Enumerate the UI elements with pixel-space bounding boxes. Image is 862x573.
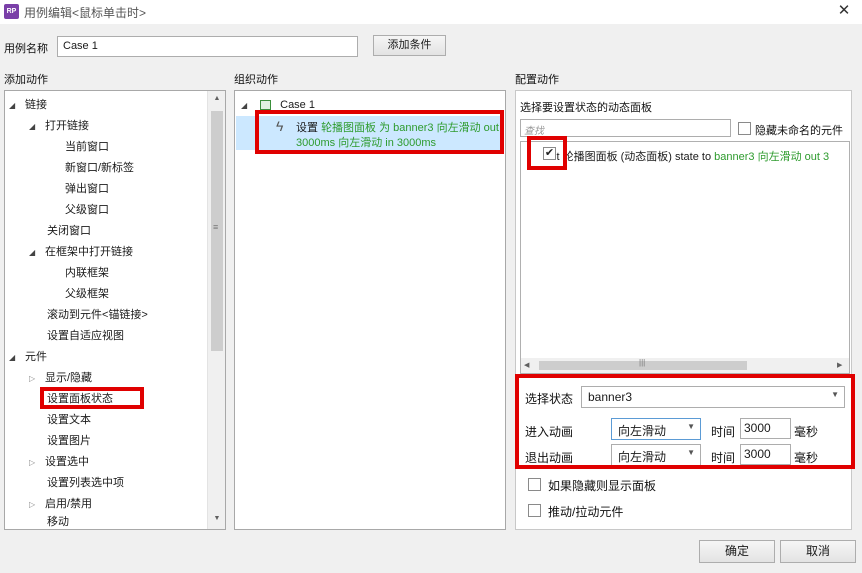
tree-item-parent-window[interactable]: 父级窗口 [65,200,109,220]
tree-item-new-window[interactable]: 新窗口/新标签 [65,158,134,178]
case-name-label: 用例名称 [4,43,48,55]
close-icon[interactable]: ✕ [834,1,854,21]
grip-icon: ≡ [213,222,219,232]
window-title: 用例编辑<鼠标单击时> [24,6,147,20]
tree-item-set-text[interactable]: 设置文本 [47,410,91,430]
push-pull-label: 推动/拉动元件 [548,505,624,519]
add-actions-heading: 添加动作 [4,74,48,86]
push-pull-checkbox[interactable] [528,504,541,517]
tree-item-set-image[interactable]: 设置图片 [47,431,91,451]
scroll-right-arrow-icon[interactable]: ▶ [837,361,842,369]
expanded-triangle-icon[interactable]: ◢ [9,96,19,116]
show-if-hidden-label: 如果隐藏则显示面板 [548,479,657,493]
tree-item-move[interactable]: 移动 [47,515,69,529]
case-name-input[interactable]: Case 1 [57,36,358,57]
app-icon: RP [4,4,19,19]
title-bar: RP 用例编辑<鼠标单击时> ✕ [0,0,862,24]
tree-item-close-window[interactable]: 关闭窗口 [47,221,91,241]
tree-item-show-hide[interactable]: ▷ 显示/隐藏 [29,368,92,388]
tree-item-set-selected[interactable]: ▷ 设置选中 [29,452,89,472]
organize-actions-panel: ◢ Case 1 ϟ 设置 轮播图面板 为 banner3 向左滑动 out 3… [234,90,506,530]
tree-item-set-adaptive-view[interactable]: 设置自适应视图 [47,326,124,346]
horizontal-scrollbar[interactable]: ◀ ||| ▶ [521,358,849,373]
tree-item-popup-window[interactable]: 弹出窗口 [65,179,109,199]
expanded-triangle-icon[interactable]: ◢ [29,243,39,263]
tree-item-widgets[interactable]: ◢ 元件 [9,347,47,367]
hide-unnamed-label: 隐藏未命名的元件 [755,125,843,137]
highlight-action [255,110,504,154]
expanded-triangle-icon[interactable]: ◢ [9,348,19,368]
tree-item-current-window[interactable]: 当前窗口 [65,137,109,157]
show-if-hidden-checkbox[interactable] [528,478,541,491]
highlight-checkbox [527,136,567,170]
tree-item-scroll-to-widget[interactable]: 滚动到元件<锚链接> [47,305,148,325]
panel-list-item[interactable]: Set 轮播图面板 (动态面板) state to banner3 向左滑动 o… [543,148,849,164]
configure-actions-heading: 配置动作 [515,74,559,86]
scroll-left-arrow-icon[interactable]: ◀ [524,361,529,369]
scroll-down-arrow-icon[interactable]: ▼ [208,515,226,522]
tree-item-set-list-selected[interactable]: 设置列表选中项 [47,473,124,493]
configure-heading: 选择要设置状态的动态面板 [520,102,652,114]
hide-unnamed-checkbox[interactable] [738,122,751,135]
highlight-state-settings [515,374,855,469]
panel-list: Set 轮播图面板 (动态面板) state to banner3 向左滑动 o… [520,141,850,374]
tree-item-links[interactable]: ◢ 链接 [9,95,47,115]
collapsed-triangle-icon[interactable]: ▷ [29,453,39,473]
highlight-set-panel-state [40,387,144,409]
tree-item-open-in-frame[interactable]: ◢ 在框架中打开链接 [29,242,133,262]
expanded-triangle-icon[interactable]: ◢ [29,117,39,137]
tree-item-open-link[interactable]: ◢ 打开链接 [29,116,89,136]
scroll-up-arrow-icon[interactable]: ▲ [208,95,226,102]
case-icon [260,100,272,111]
tree-item-enable-disable[interactable]: ▷ 启用/禁用 [29,494,92,514]
grip-icon: ||| [639,358,646,367]
cancel-button[interactable]: 取消 [780,540,856,563]
collapsed-triangle-icon[interactable]: ▷ [29,495,39,515]
left-vertical-scrollbar[interactable]: ▲ ≡ ▼ [207,91,225,529]
add-actions-panel: ◢ 链接 ◢ 打开链接 当前窗口 新窗口/新标签 弹出窗口 父级窗口 关闭窗口 ◢ 在… [4,90,226,530]
add-condition-button[interactable]: 添加条件 [373,35,446,56]
tree-item-parent-frame[interactable]: 父级框架 [65,284,109,304]
expanded-triangle-icon[interactable]: ◢ [241,96,251,116]
organize-actions-heading: 组织动作 [234,74,278,86]
ok-button[interactable]: 确定 [699,540,775,563]
tree-item-inline-frame[interactable]: 内联框架 [65,263,109,283]
panel-search-input[interactable]: 查找 [520,119,731,137]
collapsed-triangle-icon[interactable]: ▷ [29,369,39,389]
